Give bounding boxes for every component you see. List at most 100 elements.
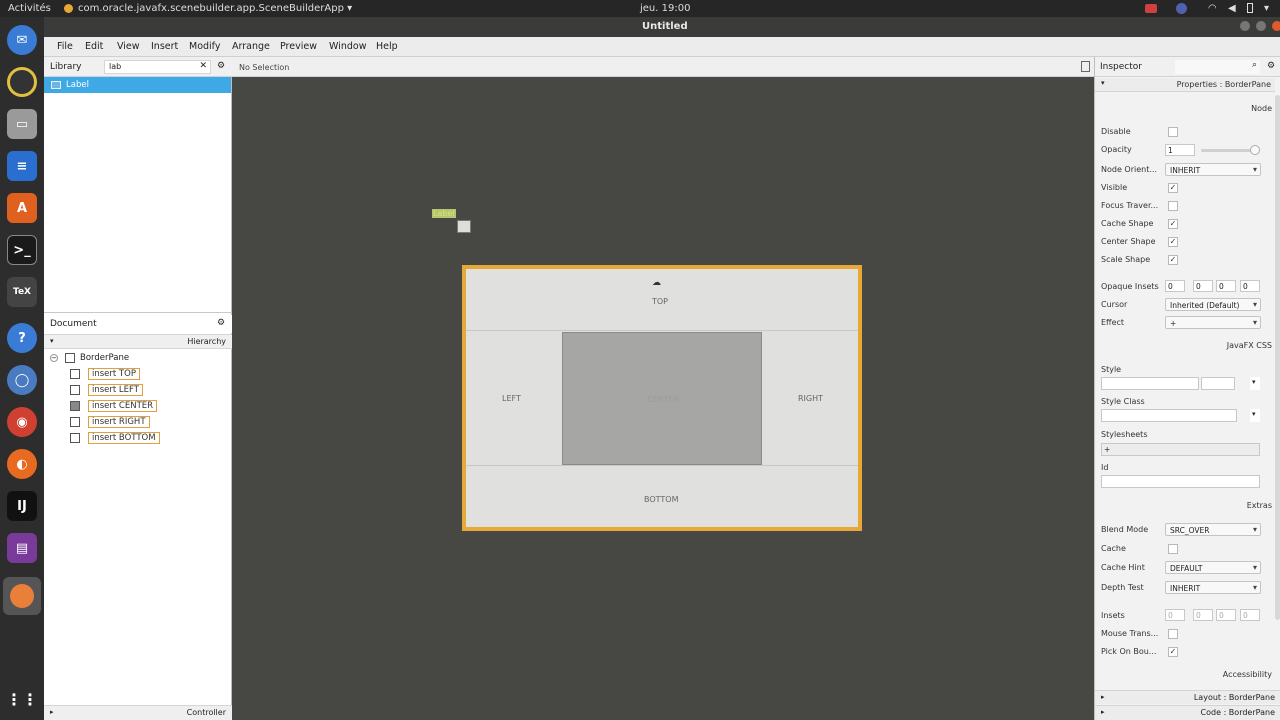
cache-hint-select[interactable]: DEFAULT [1165,561,1261,574]
library-search-input[interactable]: lab ✕ [104,60,211,74]
clear-search-icon[interactable]: ✕ [199,61,207,71]
menu-window[interactable]: Window [329,41,366,52]
pick-on-bounds-checkbox[interactable]: ✓ [1168,647,1178,657]
opaque-insets-right[interactable]: 0 [1193,280,1213,292]
blend-mode-select[interactable]: SRC_OVER [1165,523,1261,536]
menu-preview[interactable]: Preview [280,41,317,52]
code-header[interactable]: ▸ Code : BorderPane [1095,705,1280,720]
terminal-icon[interactable]: >_ [7,235,37,265]
disable-checkbox[interactable] [1168,127,1178,137]
chrome-icon[interactable]: ◉ [7,407,37,437]
cache-checkbox[interactable] [1168,544,1178,554]
app-menu[interactable]: com.oracle.javafx.scenebuilder.app.Scene… [78,3,352,14]
expand-layout-icon[interactable]: ▸ [1101,693,1105,701]
stylesheets-add-button[interactable]: + [1101,443,1260,456]
system-menu-icon[interactable]: ▾ [1264,3,1269,14]
menu-arrange[interactable]: Arrange [232,41,270,52]
scenebuilder-icon[interactable] [3,577,41,615]
intellij-icon[interactable]: IJ [7,491,37,521]
tree-item-insert-bottom[interactable]: insert BOTTOM [88,432,160,444]
activities-button[interactable]: Activités [8,3,51,14]
clock[interactable]: jeu. 19:00 [640,3,690,14]
chromium-icon[interactable]: ◯ [7,365,37,395]
effect-select[interactable]: + [1165,316,1261,329]
opacity-slider-thumb[interactable] [1250,145,1260,155]
design-canvas[interactable]: No Selection Label TOP ☁ LEFT CENTER RIG… [232,57,1094,720]
menu-insert[interactable]: Insert [151,41,178,52]
properties-header[interactable]: ▾ Properties : BorderPane [1095,78,1275,92]
style-dropdown-icon[interactable]: ▾ [1250,377,1260,390]
menu-file[interactable]: File [57,41,73,52]
library-item-label[interactable]: Label [44,77,231,93]
battery-icon[interactable] [1247,3,1253,13]
style-class-field[interactable] [1101,409,1237,422]
depth-test-select[interactable]: INHERIT [1165,581,1261,594]
firefox-icon[interactable]: ◐ [7,449,37,479]
opaque-insets-bottom[interactable]: 0 [1216,280,1236,292]
volume-icon[interactable]: ◀ [1228,3,1236,14]
files-icon[interactable]: ▭ [7,109,37,139]
thunderbird-icon[interactable]: ✉ [7,25,37,55]
menu-view[interactable]: View [117,41,140,52]
library-settings-icon[interactable]: ⚙ [217,61,225,71]
minimize-icon[interactable] [1240,21,1250,31]
expand-icon[interactable]: ▸ [50,708,54,716]
wifi-icon[interactable]: ◠ [1208,3,1217,14]
collapse-icon[interactable]: ▾ [50,337,54,345]
style-class-dropdown-icon[interactable]: ▾ [1250,409,1260,422]
inspector-scrollbar[interactable] [1275,95,1280,620]
software-icon[interactable]: A [7,193,37,223]
menu-help[interactable]: Help [376,41,398,52]
writer-icon[interactable]: ≡ [7,151,37,181]
close-icon[interactable] [1272,21,1280,31]
style-field[interactable] [1101,377,1199,390]
style-value-field[interactable] [1201,377,1235,390]
video-icon[interactable]: ▤ [7,533,37,563]
tree-item-insert-right[interactable]: insert RIGHT [88,416,150,428]
tree-item-insert-center[interactable]: insert CENTER [88,400,158,412]
scale-shape-checkbox[interactable]: ✓ [1168,255,1178,265]
help-icon[interactable]: ? [7,323,37,353]
expand-code-icon[interactable]: ▸ [1101,708,1105,716]
menu-edit[interactable]: Edit [85,41,103,52]
visible-checkbox[interactable]: ✓ [1168,183,1178,193]
region-top[interactable]: TOP ☁ [466,269,858,331]
texmaker-icon[interactable]: TeX [7,277,37,307]
opaque-insets-top[interactable]: 0 [1165,280,1185,292]
region-right[interactable]: RIGHT [762,332,858,465]
inspector-settings-icon[interactable]: ⚙ [1267,61,1275,71]
opacity-slider[interactable] [1201,149,1257,152]
region-center[interactable]: CENTER [562,332,762,465]
focus-traversable-checkbox[interactable] [1168,201,1178,211]
camera-icon[interactable] [1145,4,1157,13]
tree-item-insert-top[interactable]: insert TOP [88,368,140,380]
borderpane[interactable]: TOP ☁ LEFT CENTER RIGHT BOTTOM [462,265,862,531]
show-apps-icon[interactable]: ⋮⋮ [6,684,38,714]
app-icon [64,4,73,13]
maximize-icon[interactable] [1256,21,1266,31]
cache-shape-checkbox[interactable]: ✓ [1168,219,1178,229]
center-shape-checkbox[interactable]: ✓ [1168,237,1178,247]
cursor-select[interactable]: Inherited (Default) [1165,298,1261,311]
menu-modify[interactable]: Modify [189,41,220,52]
user-icon[interactable] [1176,3,1187,14]
document-settings-icon[interactable]: ⚙ [217,318,225,328]
region-bottom[interactable]: BOTTOM [466,465,858,527]
dragged-label[interactable]: Label [432,209,456,218]
id-field[interactable] [1101,475,1260,488]
opacity-field[interactable]: 1 [1165,144,1195,156]
rhythmbox-icon[interactable] [7,67,37,97]
layout-header[interactable]: ▸ Layout : BorderPane [1095,690,1280,704]
inspector-search-input[interactable]: ⌕ [1175,60,1260,74]
document-icon[interactable] [1081,61,1090,72]
tree-toggle-icon[interactable]: − [50,354,58,362]
node-orientation-select[interactable]: INHERIT [1165,163,1261,176]
tree-item-insert-left[interactable]: insert LEFT [88,384,143,396]
mouse-transparent-checkbox[interactable] [1168,629,1178,639]
opaque-insets-left[interactable]: 0 [1240,280,1260,292]
controller-header[interactable]: ▸ Controller [44,705,232,720]
hierarchy-header[interactable]: ▾ Hierarchy [44,334,232,349]
region-left[interactable]: LEFT [466,332,562,465]
collapse-properties-icon[interactable]: ▾ [1101,79,1105,87]
tree-item-borderpane[interactable]: BorderPane [80,353,129,363]
